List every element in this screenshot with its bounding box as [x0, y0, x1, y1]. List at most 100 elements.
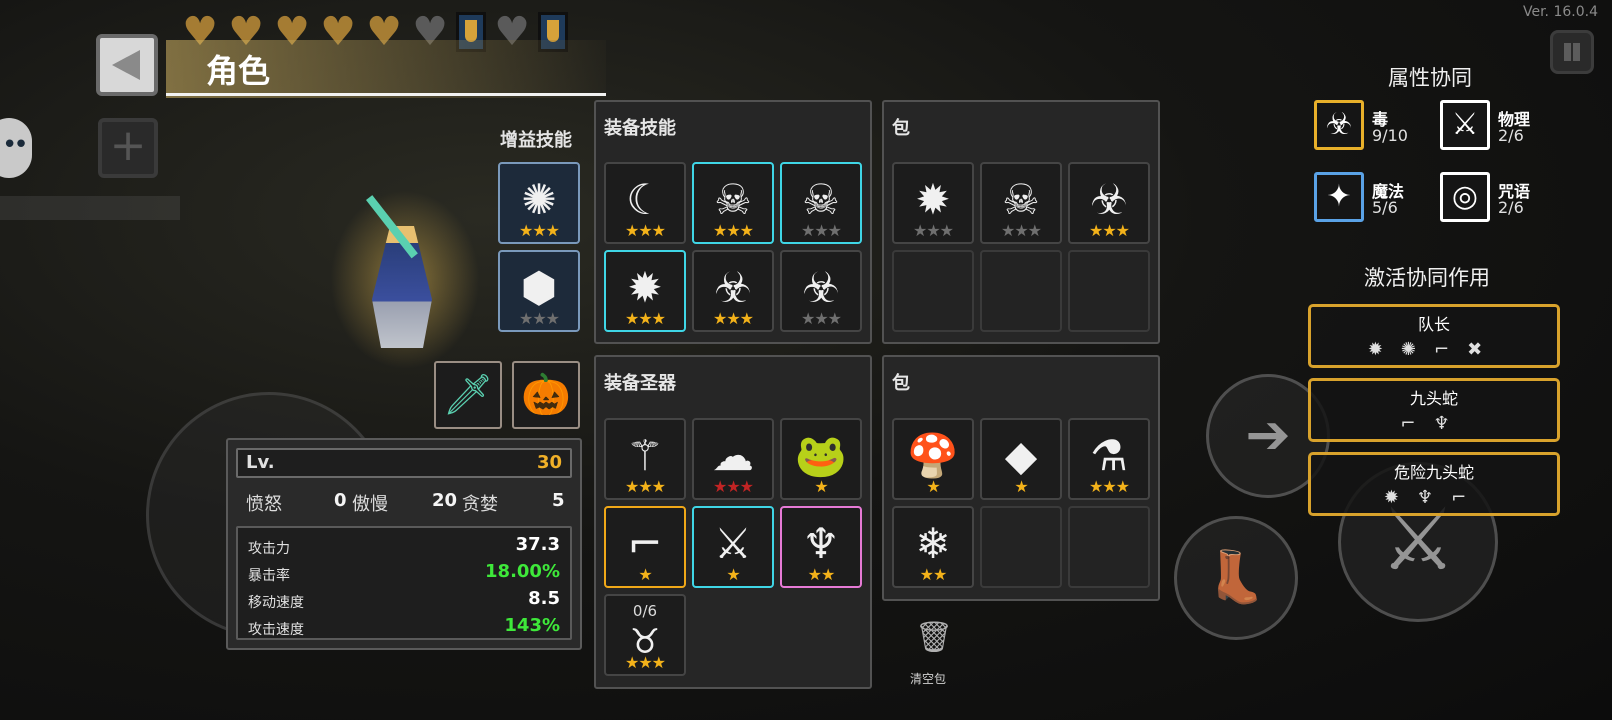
- skill-bag-title: 包: [892, 118, 910, 139]
- version-label: Ver. 16.0.4: [1522, 4, 1598, 20]
- bag-skill-slot[interactable]: ✹ ★★★: [892, 162, 974, 244]
- trash-icon[interactable]: 🗑: [912, 620, 956, 664]
- star-rating: ★★★: [712, 221, 754, 240]
- claw-slash-icon: ☾: [626, 175, 664, 224]
- boot-skill-button[interactable]: 👢: [1174, 516, 1298, 640]
- star-rating: ★★★: [1088, 477, 1130, 496]
- buff-skills-label: 增益技能: [500, 130, 572, 151]
- pumpkin-pet-icon: 🎃: [521, 372, 571, 418]
- potion-flask-icon: ⚗: [1090, 431, 1128, 480]
- bag-skill-slot[interactable]: ☣ ★★★: [1068, 162, 1150, 244]
- spark-burst-icon: ✹: [915, 175, 951, 224]
- skill-slot[interactable]: ☠ ★★★: [692, 162, 774, 244]
- relic-slot[interactable]: 0/6 ♉ ★★★: [604, 594, 686, 676]
- crit-value: 18.00%: [485, 561, 560, 582]
- star-rating: ★★★: [800, 221, 842, 240]
- synergy-count: 9/10: [1372, 126, 1408, 145]
- biohazard-icon[interactable]: ☣: [1314, 100, 1364, 150]
- weapon-slot[interactable]: 🗡: [434, 361, 502, 429]
- armor-orb-icon: ⬢: [520, 263, 558, 312]
- trait-value: 5: [552, 490, 565, 511]
- skill-slot[interactable]: ☣ ★★★: [692, 250, 774, 332]
- level-row: Lv. 30: [236, 448, 572, 478]
- clear-bag-label: 清空包: [910, 672, 947, 686]
- chat-bubble-icon[interactable]: [0, 118, 32, 178]
- magic-star-icon[interactable]: ✦: [1314, 172, 1364, 222]
- spark-burst-icon: ✹: [627, 263, 663, 312]
- star-rating: ★: [1014, 477, 1028, 496]
- star-rating: ★★★: [624, 653, 666, 672]
- sword-icon[interactable]: ⚔: [1440, 100, 1490, 150]
- attack-speed-label: 攻击速度: [248, 622, 304, 638]
- bag-skill-slot[interactable]: ☠ ★★★: [980, 162, 1062, 244]
- relic-slot[interactable]: 🐸 ★: [780, 418, 862, 500]
- active-synergy-icons: ⌐♆: [1400, 413, 1468, 434]
- star-rating: ★: [638, 565, 652, 584]
- trait-value: 0: [334, 490, 347, 511]
- star-rating: ★★★: [1088, 221, 1130, 240]
- active-synergy-card[interactable]: 危险九头蛇 ✹♆⌐: [1308, 452, 1560, 516]
- skull-burst-icon: ☠: [1002, 175, 1040, 224]
- active-synergy-name: 九头蛇: [1409, 389, 1458, 408]
- relic-bag-title: 包: [892, 373, 910, 394]
- level-value: 30: [536, 452, 562, 473]
- star-rating: ★: [814, 477, 828, 496]
- pet-slot[interactable]: 🎃: [512, 361, 580, 429]
- active-synergy-title: 激活协同作用: [1364, 266, 1490, 290]
- empty-slot[interactable]: [980, 250, 1062, 332]
- biohazard-icon: ☣: [714, 263, 752, 312]
- bag-relic-slot[interactable]: ◆ ★: [980, 418, 1062, 500]
- frog-icon: 🐸: [794, 431, 848, 480]
- star-rating: ★★★: [1000, 221, 1042, 240]
- relic-slot[interactable]: ☁ ★★★: [692, 418, 774, 500]
- biohazard-icon: ☣: [1090, 175, 1128, 224]
- equip-relics-title: 装备圣器: [604, 373, 676, 394]
- blood-staff-icon: ⚚: [626, 431, 664, 480]
- active-synergy-name: 队长: [1417, 315, 1450, 334]
- level-label: Lv.: [246, 452, 275, 473]
- attack-label: 攻击力: [248, 541, 290, 557]
- buff-skill-slot[interactable]: ✺ ★★★: [498, 162, 580, 244]
- relic-slot[interactable]: ⚚ ★★★: [604, 418, 686, 500]
- side-bar: [0, 196, 180, 220]
- star-rating: ★: [726, 565, 740, 584]
- skull-burst-icon: ☠: [714, 175, 752, 224]
- empty-slot[interactable]: [1068, 506, 1150, 588]
- bag-relic-slot[interactable]: ❄ ★★: [892, 506, 974, 588]
- empty-slot[interactable]: [980, 506, 1062, 588]
- active-synergy-card[interactable]: 队长 ✹✺⌐✖: [1308, 304, 1560, 368]
- skill-slot[interactable]: ✹ ★★★: [604, 250, 686, 332]
- pause-button[interactable]: [1550, 30, 1594, 74]
- empty-slot[interactable]: [1068, 250, 1150, 332]
- active-synergy-card[interactable]: 九头蛇 ⌐♆: [1308, 378, 1560, 442]
- add-button[interactable]: +: [98, 118, 158, 178]
- buff-skill-slot[interactable]: ⬢ ★★★: [498, 250, 580, 332]
- skill-slot[interactable]: ☾ ★★★: [604, 162, 686, 244]
- bag-relic-slot[interactable]: 🍄 ★: [892, 418, 974, 500]
- active-synergy-icons: ✹♆⌐: [1383, 487, 1485, 508]
- empty-slot[interactable]: [892, 250, 974, 332]
- star-rating: ★★★: [624, 221, 666, 240]
- star-rating: ★★: [919, 565, 948, 584]
- star-rating: ★★★: [712, 477, 754, 496]
- star-rating: ★★: [807, 565, 836, 584]
- skull-burst-icon: ☠: [802, 175, 840, 224]
- skill-slot[interactable]: ☣ ★★★: [780, 250, 862, 332]
- title-underline: [166, 93, 606, 96]
- relic-slot[interactable]: ⌐ ★: [604, 506, 686, 588]
- page-title: 角色: [206, 52, 271, 90]
- relic-slot[interactable]: ♆ ★★: [780, 506, 862, 588]
- crit-label: 暴击率: [248, 568, 290, 584]
- star-rating: ★★★: [912, 221, 954, 240]
- trait-label: 贪婪: [462, 494, 498, 515]
- synergy-count: 5/6: [1372, 198, 1398, 217]
- synergy-title: 属性协同: [1388, 66, 1472, 90]
- relic-slot[interactable]: ⚔ ★: [692, 506, 774, 588]
- back-button[interactable]: [96, 34, 158, 96]
- stats-panel: Lv. 30 愤怒 0 傲慢 20 贪婪 5 攻击力 37.3 暴击率 18.0…: [226, 438, 582, 650]
- bag-relic-slot[interactable]: ⚗ ★★★: [1068, 418, 1150, 500]
- star-rating: ★★★: [518, 309, 560, 328]
- spell-eye-icon[interactable]: ◎: [1440, 172, 1490, 222]
- skill-slot[interactable]: ☠ ★★★: [780, 162, 862, 244]
- trait-label: 傲慢: [352, 494, 388, 515]
